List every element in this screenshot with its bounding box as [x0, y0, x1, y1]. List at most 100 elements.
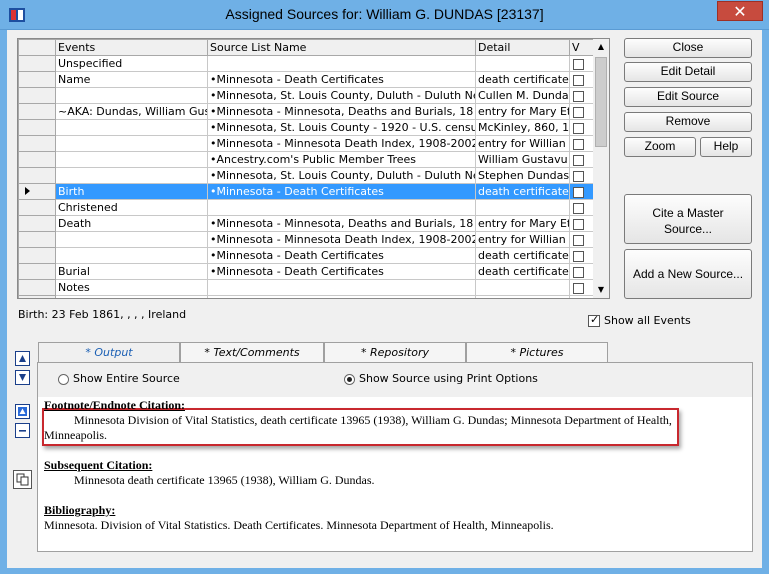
source-cell[interactable]: •Minnesota - Minnesota, Deaths and Buria…	[207, 215, 476, 232]
column-header-v[interactable]: V	[569, 39, 596, 56]
help-button[interactable]: Help	[700, 137, 752, 157]
verified-checkbox[interactable]	[573, 266, 584, 278]
source-cell[interactable]	[207, 55, 476, 72]
table-row[interactable]: •Minnesota - Minnesota Death Index, 1908…	[18, 135, 596, 152]
source-cell[interactable]: •Minnesota - Death Certificates	[207, 263, 476, 280]
event-cell[interactable]	[55, 231, 208, 248]
table-row[interactable]: Death •Minnesota - Minnesota, Deaths and …	[18, 215, 596, 232]
detail-cell[interactable]: William Gustavu	[475, 151, 570, 168]
event-cell[interactable]: Birth	[55, 183, 208, 200]
verified-cell[interactable]	[569, 55, 596, 72]
detail-cell[interactable]	[475, 279, 570, 296]
table-row[interactable]: •Ancestry.com's Public Member Trees Willi…	[18, 151, 596, 168]
verified-cell[interactable]	[569, 295, 596, 300]
source-cell[interactable]: •Minnesota, St. Louis County - 1920 - U.…	[207, 119, 476, 136]
detail-cell[interactable]: entry for Willian	[475, 231, 570, 248]
detail-cell[interactable]: Stephen Dundas	[475, 167, 570, 184]
table-row[interactable]: Unspecified	[18, 55, 596, 72]
source-cell[interactable]: •Ancestry.com's Public Member Trees	[207, 151, 476, 168]
verified-checkbox[interactable]	[573, 170, 584, 182]
add-new-source-button[interactable]: Add a New Source...	[624, 249, 752, 299]
source-cell[interactable]: •Minnesota - Minnesota, Deaths and Buria…	[207, 103, 476, 120]
verified-cell[interactable]	[569, 87, 596, 104]
detail-cell[interactable]: entry for Mary Et	[475, 103, 570, 120]
source-cell[interactable]: •Minnesota, St. Louis County, Duluth - D…	[207, 167, 476, 184]
scroll-thumb[interactable]	[595, 57, 607, 147]
event-cell[interactable]: Christened	[55, 199, 208, 216]
verified-checkbox[interactable]	[573, 90, 584, 102]
zoom-button[interactable]: Zoom	[624, 137, 696, 157]
edit-source-button[interactable]: Edit Source	[624, 87, 752, 107]
source-cell[interactable]	[207, 199, 476, 216]
event-cell[interactable]	[55, 295, 208, 298]
event-cell[interactable]	[55, 247, 208, 264]
verified-cell[interactable]	[569, 183, 596, 200]
minus-button[interactable]	[15, 423, 30, 438]
detail-cell[interactable]: death certificate	[475, 183, 570, 200]
detail-cell[interactable]	[475, 55, 570, 72]
close-window-icon[interactable]: ✕	[717, 1, 763, 21]
verified-checkbox[interactable]	[573, 186, 584, 198]
source-cell[interactable]: •Minnesota - Death Certificates	[207, 71, 476, 88]
event-cell[interactable]	[55, 167, 208, 184]
increase-button[interactable]	[15, 404, 30, 419]
detail-cell[interactable]: entry for Willian	[475, 135, 570, 152]
scroll-down-icon[interactable]: ▼	[593, 282, 609, 298]
source-cell[interactable]: •Minnesota, St. Louis County, Duluth - D…	[207, 87, 476, 104]
event-cell[interactable]: Name	[55, 71, 208, 88]
detail-cell[interactable]: entry for Mary Et	[475, 215, 570, 232]
verified-checkbox[interactable]	[573, 154, 584, 166]
event-cell[interactable]	[55, 135, 208, 152]
edit-detail-button[interactable]: Edit Detail	[624, 62, 752, 82]
event-cell[interactable]: Notes	[55, 279, 208, 296]
table-row[interactable]: Name •Minnesota - Death Certificates death…	[18, 71, 596, 88]
checkbox-checked-icon[interactable]	[588, 313, 600, 327]
verified-checkbox[interactable]	[573, 250, 584, 262]
verified-cell[interactable]	[569, 135, 596, 152]
verified-cell[interactable]	[569, 231, 596, 248]
event-cell[interactable]: Unspecified	[55, 55, 208, 72]
verified-cell[interactable]	[569, 151, 596, 168]
verified-cell[interactable]	[569, 263, 596, 280]
source-cell[interactable]: •Minnesota - Death Certificates	[207, 247, 476, 264]
source-cell[interactable]: •Minnesota - Minnesota Death Index, 1908…	[207, 135, 476, 152]
verified-cell[interactable]	[569, 215, 596, 232]
verified-checkbox[interactable]	[573, 299, 584, 300]
tab-repository[interactable]: * Repository	[324, 342, 466, 363]
event-cell[interactable]: Burial	[55, 263, 208, 280]
table-row[interactable]: Notes	[18, 279, 596, 296]
column-header-detail[interactable]: Detail	[475, 39, 570, 56]
table-row[interactable]: •Minnesota, St. Louis County, Duluth - D…	[18, 167, 596, 184]
source-cell[interactable]: •Minnesota - Death Certificates	[207, 183, 476, 200]
move-down-button[interactable]	[15, 370, 30, 385]
close-button[interactable]: Close	[624, 38, 752, 58]
verified-checkbox[interactable]	[573, 282, 584, 294]
show-print-options-radio[interactable]: Show Source using Print Options	[344, 372, 538, 385]
cite-master-source-button[interactable]: Cite a Master Source...	[624, 194, 752, 244]
column-header-source-list-name[interactable]: Source List Name	[207, 39, 476, 56]
verified-cell[interactable]	[569, 199, 596, 216]
show-all-events-checkbox[interactable]: Show all Events	[588, 313, 691, 327]
verified-checkbox[interactable]	[573, 58, 584, 70]
verified-cell[interactable]	[569, 119, 596, 136]
verified-checkbox[interactable]	[573, 122, 584, 134]
grid-scrollbar[interactable]: ▲ ▼	[593, 38, 610, 299]
table-row[interactable]: Burial •Minnesota - Death Certificates dea…	[18, 263, 596, 280]
verified-cell[interactable]	[569, 71, 596, 88]
source-cell[interactable]: •Minnesota - Minnesota Death Index, 1908…	[207, 231, 476, 248]
table-row[interactable]: •Minnesota, St. Louis County, Duluth - D…	[18, 87, 596, 104]
source-cell[interactable]	[207, 295, 476, 298]
table-row[interactable]: •Minnesota, St. Louis County - 1920 - U.…	[18, 119, 596, 136]
event-cell[interactable]: Death	[55, 215, 208, 232]
detail-cell[interactable]: death certificate,	[475, 263, 570, 280]
tab-output[interactable]: * Output	[38, 342, 180, 364]
verified-cell[interactable]	[569, 247, 596, 264]
radio-unselected-icon[interactable]	[58, 373, 69, 385]
verified-checkbox[interactable]	[573, 202, 584, 214]
show-entire-source-radio[interactable]: Show Entire Source	[58, 372, 180, 385]
column-header-events[interactable]: Events	[55, 39, 208, 56]
detail-cell[interactable]: death certificate,	[475, 247, 570, 264]
sources-grid[interactable]: Events Source List Name Detail V Unspeci…	[17, 38, 610, 299]
verified-checkbox[interactable]	[573, 138, 584, 150]
detail-cell[interactable]: McKinley, 860, 17	[475, 119, 570, 136]
